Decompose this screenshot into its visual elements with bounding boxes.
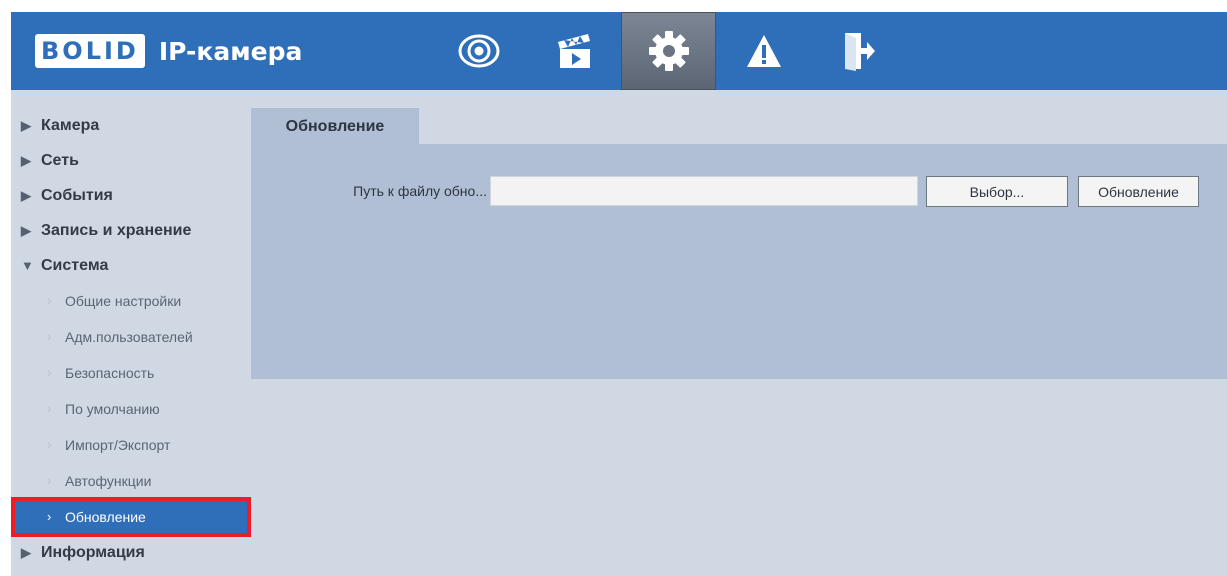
- sidebar-item-camera[interactable]: ▶ Камера: [11, 108, 251, 143]
- sidebar-subitem-users[interactable]: › Адм.пользователей: [11, 319, 251, 355]
- triangle-right-icon: ▶: [21, 153, 31, 168]
- sidebar-item-network[interactable]: ▶ Сеть: [11, 143, 251, 178]
- sidebar-subitem-label: Адм.пользователей: [65, 329, 193, 345]
- sidebar-item-info[interactable]: ▶ Информация: [11, 535, 251, 570]
- chevron-right-icon: ›: [47, 509, 52, 524]
- tab-bar: Обновление: [251, 108, 1227, 144]
- sidebar-subitem-label: Общие настройки: [65, 293, 182, 309]
- file-path-input[interactable]: [490, 176, 918, 206]
- triangle-down-icon: ▼: [21, 258, 34, 273]
- browse-button[interactable]: Выбор...: [926, 176, 1068, 207]
- upgrade-row: Путь к файлу обно... Выбор... Обновление: [251, 176, 1227, 207]
- sidebar-subitem-label: По умолчанию: [65, 401, 160, 417]
- nav-playback[interactable]: [526, 12, 621, 90]
- header-bar: BOLID IP-камера: [11, 12, 1227, 90]
- app-title: IP-камера: [158, 36, 303, 66]
- nav-alarm[interactable]: [716, 12, 811, 90]
- chevron-right-icon: ›: [47, 401, 52, 416]
- sidebar-subitem-label: Безопасность: [65, 365, 155, 381]
- logo: BOLID IP-камера: [35, 31, 302, 71]
- chevron-right-icon: ›: [47, 329, 52, 344]
- triangle-right-icon: ▶: [21, 188, 31, 203]
- sidebar-item-label: Система: [41, 257, 109, 274]
- chevron-right-icon: ›: [47, 473, 52, 488]
- sidebar-item-label: Запись и хранение: [41, 222, 192, 239]
- sidebar-item-label: События: [41, 187, 113, 204]
- sidebar-subitem-upgrade[interactable]: › Обновление: [11, 497, 251, 537]
- sidebar-item-label: Сеть: [41, 152, 79, 169]
- brand-text: BOLID: [41, 37, 139, 65]
- sidebar-subitem-security[interactable]: › Безопасность: [11, 355, 251, 391]
- triangle-right-icon: ▶: [21, 118, 31, 133]
- sidebar-subitem-general[interactable]: › Общие настройки: [11, 283, 251, 319]
- content-background: [251, 379, 1227, 576]
- sidebar-item-storage[interactable]: ▶ Запись и хранение: [11, 213, 251, 248]
- eye-icon: [458, 34, 499, 68]
- main-nav: [431, 12, 906, 90]
- sidebar-subitem-label: Обновление: [65, 509, 146, 525]
- sidebar: ▶ Камера ▶ Сеть ▶ События ▶ Запись и хра…: [11, 108, 251, 570]
- chevron-right-icon: ›: [47, 437, 52, 452]
- sidebar-subitem-auto[interactable]: › Автофункции: [11, 463, 251, 499]
- gear-icon: [648, 31, 689, 71]
- sidebar-item-system[interactable]: ▼ Система: [11, 248, 251, 283]
- chevron-right-icon: ›: [47, 365, 52, 380]
- triangle-right-icon: ▶: [21, 545, 31, 560]
- nav-settings[interactable]: [621, 12, 716, 90]
- warning-icon: [746, 35, 781, 67]
- tab-upgrade[interactable]: Обновление: [251, 108, 419, 144]
- upgrade-button[interactable]: Обновление: [1078, 176, 1199, 207]
- sidebar-subitem-import-export[interactable]: › Импорт/Экспорт: [11, 427, 251, 463]
- clapperboard-icon: [557, 34, 590, 68]
- sidebar-subitem-label: Автофункции: [65, 473, 152, 489]
- file-path-label: Путь к файлу обно...: [353, 183, 487, 199]
- nav-logout[interactable]: [811, 12, 906, 90]
- triangle-right-icon: ▶: [21, 223, 31, 238]
- sidebar-item-label: Камера: [41, 117, 100, 134]
- logout-icon: [844, 33, 875, 71]
- chevron-right-icon: ›: [47, 293, 52, 308]
- sidebar-subitem-label: Импорт/Экспорт: [65, 437, 171, 453]
- sidebar-item-events[interactable]: ▶ События: [11, 178, 251, 213]
- sidebar-subitem-defaults[interactable]: › По умолчанию: [11, 391, 251, 427]
- content-panel: Обновление Путь к файлу обно... Выбор...…: [251, 108, 1227, 379]
- sidebar-item-label: Информация: [41, 544, 145, 561]
- brand-logo: BOLID: [35, 34, 145, 68]
- nav-live-view[interactable]: [431, 12, 526, 90]
